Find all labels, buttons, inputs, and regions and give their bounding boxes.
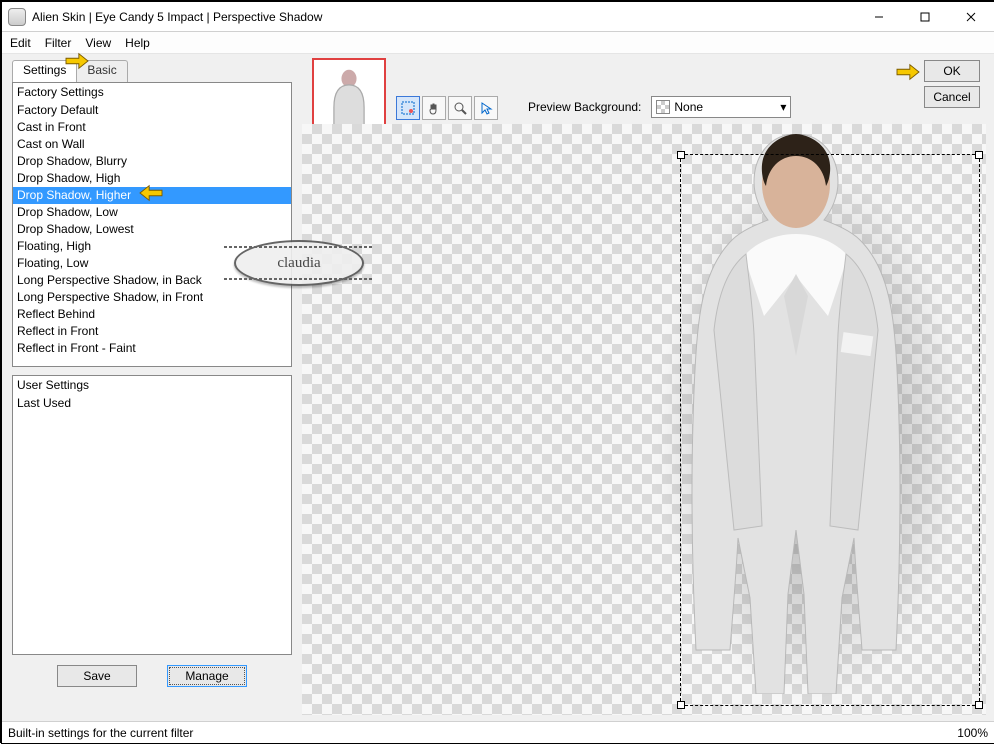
list-item[interactable]: Drop Shadow, Higher: [13, 187, 291, 204]
preview-bg-label: Preview Background:: [528, 100, 641, 114]
pointer-hand-icon: [893, 61, 923, 83]
close-button[interactable]: [948, 2, 994, 31]
list-item[interactable]: Floating, Low: [13, 255, 291, 272]
ok-button[interactable]: OK: [924, 60, 980, 82]
list-item[interactable]: Cast in Front: [13, 119, 291, 136]
minimize-button[interactable]: [856, 2, 902, 31]
manage-button[interactable]: Manage: [167, 665, 247, 687]
preview-bg-combo[interactable]: None ▾: [651, 96, 791, 118]
list-item[interactable]: Last Used: [13, 395, 291, 412]
preview-bg-value: None: [674, 100, 703, 114]
hand-tool-icon[interactable]: [422, 96, 446, 120]
zoom-level: 100%: [957, 726, 988, 740]
status-text: Built-in settings for the current filter: [8, 726, 193, 740]
list-item[interactable]: Cast on Wall: [13, 136, 291, 153]
list-item[interactable]: Factory Default: [13, 102, 291, 119]
save-button[interactable]: Save: [57, 665, 137, 687]
menu-bar: Edit Filter View Help: [2, 32, 994, 54]
transparency-swatch-icon: [656, 100, 670, 114]
resize-handle[interactable]: [677, 151, 685, 159]
status-bar: Built-in settings for the current filter…: [2, 721, 994, 743]
factory-settings-list[interactable]: Factory Settings Factory DefaultCast in …: [12, 82, 292, 367]
resize-handle[interactable]: [975, 701, 983, 709]
list-item[interactable]: Long Perspective Shadow, in Front: [13, 289, 291, 306]
resize-handle[interactable]: [975, 151, 983, 159]
resize-handle[interactable]: [677, 701, 685, 709]
app-icon: [8, 8, 26, 26]
chevron-down-icon: ▾: [780, 100, 786, 114]
list-item[interactable]: Drop Shadow, Low: [13, 204, 291, 221]
factory-header: Factory Settings: [13, 83, 291, 102]
menu-view[interactable]: View: [85, 36, 111, 50]
user-header: User Settings: [13, 376, 291, 395]
preview-panel: Preview Background: None ▾ OK Cancel: [302, 54, 994, 721]
zoom-tool-icon[interactable]: [448, 96, 472, 120]
tab-settings[interactable]: Settings: [12, 60, 77, 82]
menu-help[interactable]: Help: [125, 36, 150, 50]
list-item[interactable]: Drop Shadow, Lowest: [13, 221, 291, 238]
marquee-tool-icon[interactable]: [396, 96, 420, 120]
preview-toolbar: Preview Background: None ▾ OK Cancel: [302, 54, 994, 124]
preview-canvas[interactable]: [302, 124, 986, 715]
user-settings-list[interactable]: User Settings Last Used: [12, 375, 292, 655]
list-item[interactable]: Drop Shadow, Blurry: [13, 153, 291, 170]
tab-basic[interactable]: Basic: [76, 60, 127, 82]
list-item[interactable]: Reflect Behind: [13, 306, 291, 323]
menu-filter[interactable]: Filter: [45, 36, 72, 50]
maximize-button[interactable]: [902, 2, 948, 31]
selection-marquee[interactable]: [680, 154, 980, 706]
settings-buttons: Save Manage: [12, 655, 292, 697]
pointer-tool-icon[interactable]: [474, 96, 498, 120]
list-item[interactable]: Floating, High: [13, 238, 291, 255]
list-item[interactable]: Drop Shadow, High: [13, 170, 291, 187]
title-bar: Alien Skin | Eye Candy 5 Impact | Perspe…: [2, 2, 994, 32]
tool-group: [396, 96, 498, 120]
settings-panel: Settings Basic Factory Settings Factory …: [2, 54, 302, 721]
menu-edit[interactable]: Edit: [10, 36, 31, 50]
list-item[interactable]: Reflect in Front - Faint: [13, 340, 291, 357]
window-title: Alien Skin | Eye Candy 5 Impact | Perspe…: [32, 10, 856, 24]
list-item[interactable]: Reflect in Front: [13, 323, 291, 340]
tab-strip: Settings Basic: [12, 60, 292, 82]
cancel-button[interactable]: Cancel: [924, 86, 980, 108]
list-item[interactable]: Long Perspective Shadow, in Back: [13, 272, 291, 289]
